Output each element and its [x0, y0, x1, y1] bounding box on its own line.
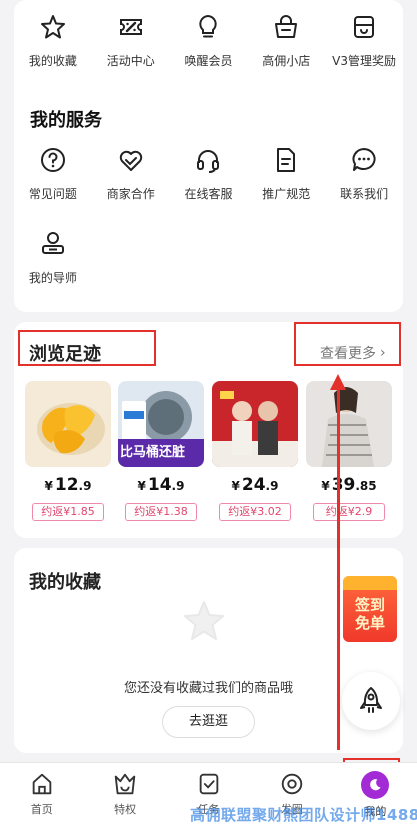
product-price: ¥39.85: [321, 475, 377, 495]
service-label: 在线客服: [184, 187, 233, 201]
annotation-arrow-line: [337, 388, 340, 750]
moon-icon: [361, 771, 390, 799]
tab-home[interactable]: 首页: [0, 763, 83, 824]
document-icon: [271, 145, 301, 175]
tab-privileges[interactable]: 特权: [83, 763, 166, 824]
shortcut-label: 高佣小店: [262, 54, 311, 68]
crown-bag-icon: [114, 773, 136, 795]
product-price: ¥12.9: [44, 475, 92, 495]
rocket-icon: [360, 687, 382, 713]
service-label: 我的导师: [28, 271, 77, 285]
watermark-text: 高佣联盟聚财熊团队设计师1488: [190, 806, 417, 824]
browse-product[interactable]: ¥24.9 约返¥3.02: [212, 381, 298, 521]
product-image-caption: 比马桶还脏: [120, 445, 186, 460]
product-price: ¥24.9: [231, 475, 279, 495]
service-contact-us[interactable]: 联系我们: [325, 145, 403, 202]
annotation-box-browse-title: [18, 330, 156, 366]
coupon-icon: [116, 12, 146, 42]
service-label: 常见问题: [28, 187, 77, 201]
service-label: 商家合作: [106, 187, 155, 201]
gift-box-icon: [349, 12, 379, 42]
shortcut-activity-center[interactable]: 活动中心: [92, 12, 170, 69]
service-label: 联系我们: [340, 187, 389, 201]
headset-icon: [193, 145, 223, 175]
shortcut-label: 活动中心: [106, 54, 155, 68]
services-title: 我的服务: [30, 110, 102, 131]
service-promotion-rules[interactable]: 推广规范: [247, 145, 325, 202]
top-shortcuts-card: 我的收藏 活动中心 唤醒会员 高佣小店 V3管理奖励 我的服务 常见问题 商家合…: [14, 0, 403, 312]
chat-icon: [349, 145, 379, 175]
shortcut-label: V3管理奖励: [332, 54, 397, 68]
lightbulb-icon: [193, 12, 223, 42]
service-label: 推广规范: [262, 187, 311, 201]
star-icon: [38, 12, 68, 42]
rocket-button[interactable]: [342, 672, 400, 730]
product-image: [212, 381, 298, 467]
shortcut-label: 我的收藏: [28, 54, 77, 68]
service-faq[interactable]: 常见问题: [14, 145, 92, 202]
annotation-box-view-more: [294, 322, 401, 366]
service-online-support[interactable]: 在线客服: [170, 145, 248, 202]
shop-basket-icon: [271, 12, 301, 42]
shortcut-v3-rewards[interactable]: V3管理奖励: [325, 12, 403, 69]
top-shortcut-row: 我的收藏 活动中心 唤醒会员 高佣小店 V3管理奖励: [14, 12, 403, 69]
red-envelope-flap: [343, 576, 397, 590]
product-price: ¥14.9: [137, 475, 185, 495]
product-image: [25, 381, 111, 467]
rebate-badge: 约返¥1.85: [32, 503, 104, 521]
go-shopping-button[interactable]: 去逛逛: [162, 706, 255, 738]
rebate-badge: 约返¥3.02: [219, 503, 291, 521]
rebate-badge: 约返¥1.38: [125, 503, 197, 521]
free-order-label: 免单: [354, 614, 385, 632]
circle-icon: [281, 773, 303, 795]
tab-label: 特权: [114, 803, 137, 816]
product-image: [306, 381, 392, 467]
mentor-icon: [38, 229, 68, 259]
task-icon: [199, 773, 218, 795]
home-icon: [32, 773, 51, 795]
services-row-1: 常见问题 商家合作 在线客服 推广规范 联系我们: [14, 145, 403, 202]
tab-label: 首页: [30, 803, 53, 816]
sign-in-free-order-button[interactable]: 签到 免单: [343, 576, 397, 642]
service-my-mentor[interactable]: 我的导师: [14, 229, 92, 286]
browse-product[interactable]: ¥39.85 约返¥2.9: [306, 381, 392, 521]
product-image: 比马桶还脏: [118, 381, 204, 467]
empty-star-icon: [180, 598, 228, 646]
browse-product[interactable]: ¥12.9 约返¥1.85: [25, 381, 111, 521]
shortcut-my-favorites[interactable]: 我的收藏: [14, 12, 92, 69]
service-merchant-cooperation[interactable]: 商家合作: [92, 145, 170, 202]
question-icon: [38, 145, 68, 175]
rebate-badge: 约返¥2.9: [313, 503, 385, 521]
handshake-heart-icon: [116, 145, 146, 175]
shortcut-high-commission-shop[interactable]: 高佣小店: [247, 12, 325, 69]
sign-label: 签到: [354, 596, 385, 614]
shortcut-wake-member[interactable]: 唤醒会员: [170, 12, 248, 69]
favorites-title: 我的收藏: [29, 572, 101, 593]
shortcut-label: 唤醒会员: [184, 54, 233, 68]
browse-product[interactable]: 比马桶还脏 ¥14.9 约返¥1.38: [118, 381, 204, 521]
services-row-2: 我的导师: [14, 229, 403, 286]
